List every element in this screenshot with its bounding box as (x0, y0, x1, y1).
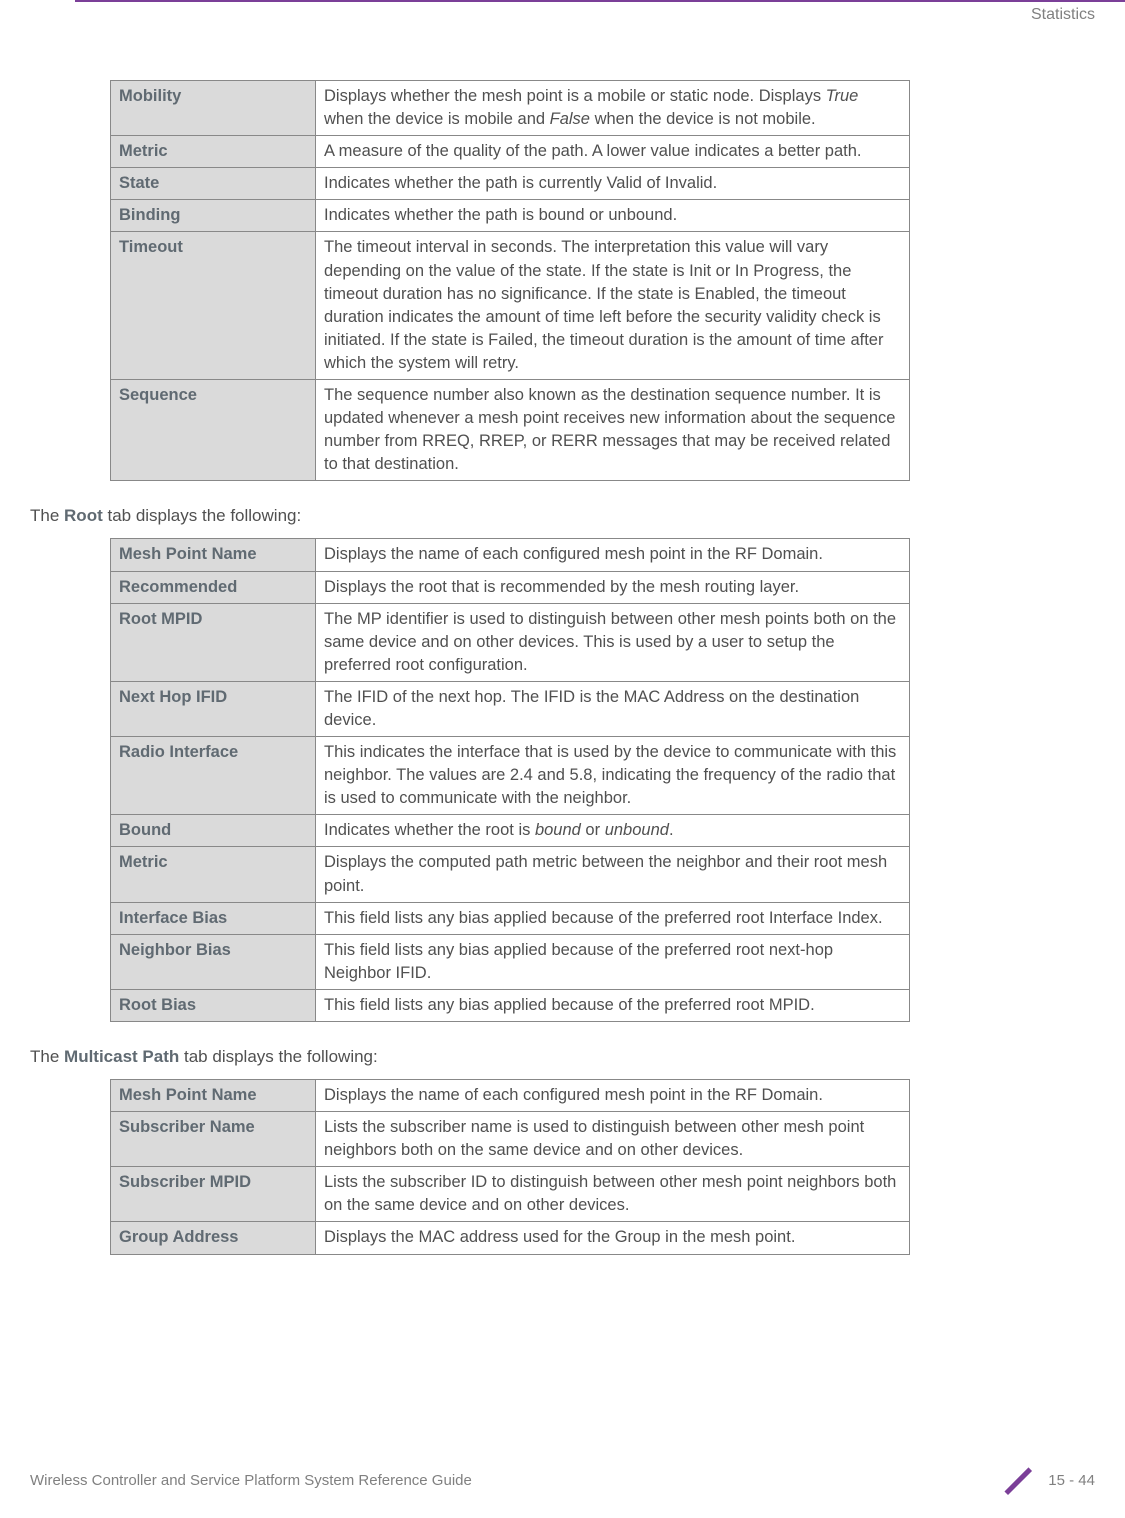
row-label: Bound (111, 815, 316, 847)
row-label: Mobility (111, 81, 316, 136)
page-content: MobilityDisplays whether the mesh point … (30, 80, 1095, 1280)
table-row: Subscriber MPIDLists the subscriber ID t… (111, 1167, 910, 1222)
row-description: This indicates the interface that is use… (316, 737, 910, 815)
row-description: Lists the subscriber ID to distinguish b… (316, 1167, 910, 1222)
row-label: Metric (111, 847, 316, 902)
row-description: Displays the name of each configured mes… (316, 1080, 910, 1112)
table-row: MetricA measure of the quality of the pa… (111, 136, 910, 168)
page-footer: Wireless Controller and Service Platform… (30, 1462, 1095, 1498)
definition-table-1: MobilityDisplays whether the mesh point … (110, 80, 910, 481)
intro-text: tab displays the following: (103, 506, 301, 525)
definition-table-3: Mesh Point NameDisplays the name of each… (110, 1079, 910, 1255)
row-description: The sequence number also known as the de… (316, 380, 910, 481)
row-label: State (111, 168, 316, 200)
page-number: 15 - 44 (1048, 1472, 1095, 1489)
row-description: Indicates whether the path is currently … (316, 168, 910, 200)
table-row: StateIndicates whether the path is curre… (111, 168, 910, 200)
row-description: Displays the computed path metric betwee… (316, 847, 910, 902)
row-description: This field lists any bias applied becaus… (316, 989, 910, 1021)
footer-right: 15 - 44 (1002, 1462, 1095, 1498)
table-row: Mesh Point NameDisplays the name of each… (111, 1080, 910, 1112)
intro-text: tab displays the following: (179, 1047, 377, 1066)
row-description: This field lists any bias applied becaus… (316, 934, 910, 989)
row-label: Group Address (111, 1222, 316, 1254)
table-row: TimeoutThe timeout interval in seconds. … (111, 232, 910, 380)
header-section: Statistics (1031, 6, 1095, 24)
table-row: Root MPIDThe MP identifier is used to di… (111, 603, 910, 681)
table-row: Mesh Point NameDisplays the name of each… (111, 539, 910, 571)
row-label: Next Hop IFID (111, 681, 316, 736)
multicast-tab-name: Multicast Path (64, 1047, 179, 1066)
table-row: Neighbor BiasThis field lists any bias a… (111, 934, 910, 989)
row-description: Displays the MAC address used for the Gr… (316, 1222, 910, 1254)
row-description: This field lists any bias applied becaus… (316, 902, 910, 934)
intro-text: The (30, 1047, 64, 1066)
row-description: Displays whether the mesh point is a mob… (316, 81, 910, 136)
row-label: Subscriber Name (111, 1112, 316, 1167)
row-label: Recommended (111, 571, 316, 603)
table-row: Group AddressDisplays the MAC address us… (111, 1222, 910, 1254)
row-label: Subscriber MPID (111, 1167, 316, 1222)
definition-table-2: Mesh Point NameDisplays the name of each… (110, 538, 910, 1022)
table-row: MobilityDisplays whether the mesh point … (111, 81, 910, 136)
brand-slash-icon (1002, 1462, 1038, 1498)
row-description: A measure of the quality of the path. A … (316, 136, 910, 168)
table-row: BoundIndicates whether the root is bound… (111, 815, 910, 847)
root-tab-intro: The Root tab displays the following: (30, 506, 1095, 526)
row-description: Displays the name of each configured mes… (316, 539, 910, 571)
row-description: The IFID of the next hop. The IFID is th… (316, 681, 910, 736)
intro-text: The (30, 506, 64, 525)
root-tab-name: Root (64, 506, 103, 525)
row-description: Lists the subscriber name is used to dis… (316, 1112, 910, 1167)
table-row: Root BiasThis field lists any bias appli… (111, 989, 910, 1021)
row-label: Root MPID (111, 603, 316, 681)
table-row: Next Hop IFIDThe IFID of the next hop. T… (111, 681, 910, 736)
row-label: Mesh Point Name (111, 1080, 316, 1112)
row-label: Mesh Point Name (111, 539, 316, 571)
row-label: Radio Interface (111, 737, 316, 815)
row-description: The MP identifier is used to distinguish… (316, 603, 910, 681)
footer-title: Wireless Controller and Service Platform… (30, 1472, 472, 1489)
table-row: RecommendedDisplays the root that is rec… (111, 571, 910, 603)
row-description: Indicates whether the root is bound or u… (316, 815, 910, 847)
row-label: Neighbor Bias (111, 934, 316, 989)
row-description: Displays the root that is recommended by… (316, 571, 910, 603)
row-label: Binding (111, 200, 316, 232)
row-label: Sequence (111, 380, 316, 481)
row-description: The timeout interval in seconds. The int… (316, 232, 910, 380)
table-row: Subscriber NameLists the subscriber name… (111, 1112, 910, 1167)
multicast-tab-intro: The Multicast Path tab displays the foll… (30, 1047, 1095, 1067)
table-row: Radio InterfaceThis indicates the interf… (111, 737, 910, 815)
row-label: Timeout (111, 232, 316, 380)
row-label: Root Bias (111, 989, 316, 1021)
table-row: MetricDisplays the computed path metric … (111, 847, 910, 902)
row-label: Interface Bias (111, 902, 316, 934)
row-description: Indicates whether the path is bound or u… (316, 200, 910, 232)
table-row: SequenceThe sequence number also known a… (111, 380, 910, 481)
table-row: Interface BiasThis field lists any bias … (111, 902, 910, 934)
row-label: Metric (111, 136, 316, 168)
header-divider (75, 0, 1125, 2)
table-row: BindingIndicates whether the path is bou… (111, 200, 910, 232)
